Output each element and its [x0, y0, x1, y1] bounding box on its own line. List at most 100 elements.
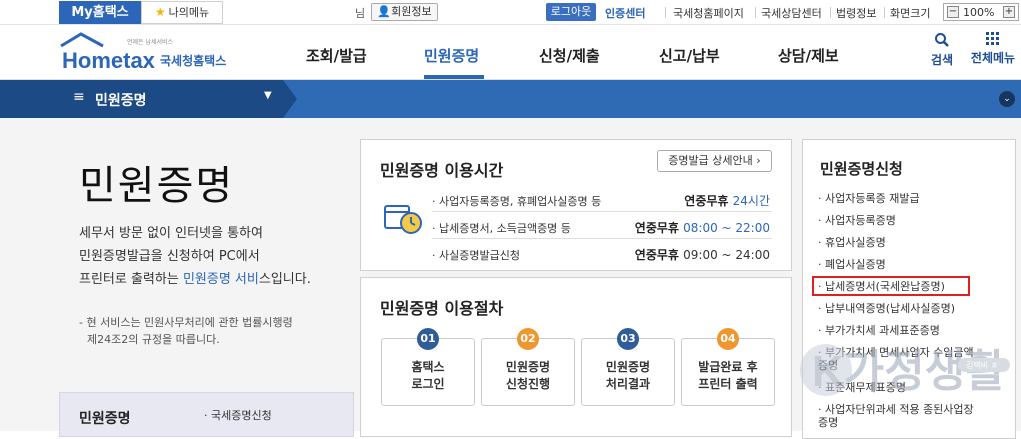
quick-box-title: 민원증명 — [79, 411, 131, 427]
step-line-2: 신청진행 — [505, 377, 551, 391]
hours-row-time: 연중무휴 24시간 — [684, 192, 770, 209]
hours-row-prefix: 연중무휴 — [634, 221, 684, 235]
watermark-badge: 김택비 ㅎ — [966, 360, 998, 370]
chevron-down-icon: ⌄ — [1003, 94, 1011, 104]
member-info-button[interactable]: 👤회원정보 — [371, 3, 438, 21]
logout-button[interactable]: 로그아웃 — [546, 3, 596, 21]
logo-main-text: Hometax — [62, 48, 156, 73]
quick-box: 민원증명 · 국세증명신청 — [59, 392, 354, 437]
screen-size-label: 화면크기 — [890, 7, 931, 20]
clock-calendar-icon — [384, 205, 422, 234]
lnb-menu-selector[interactable]: ≡ 민원증명 ▼ — [0, 80, 283, 118]
notice-line-1: - 현 서비스는 민원사무처리에 관한 법률시행령 — [79, 316, 293, 329]
procedure-title: 민원증명 이용절차 — [380, 299, 504, 318]
hometax-logo[interactable]: 언제든 납세서비스 Hometax 국세청홈택스 — [59, 32, 244, 74]
apply-item-unit-tax[interactable]: · 사업자단위과세 적용 종된사업장 — [818, 401, 974, 417]
step-line-2: 로그인 — [411, 377, 445, 391]
search-button[interactable]: 검색 — [927, 32, 957, 68]
my-hometax-tab[interactable]: My홈택스 — [59, 1, 141, 24]
hours-row-value: 09:00 ~ 24:00 — [683, 248, 770, 262]
top-bar: My홈택스 ★ 나의메뉴 님 👤회원정보 로그아웃 인증센터 국세청홈페이지 국세… — [0, 0, 1021, 25]
divider — [755, 7, 756, 18]
divider — [665, 7, 666, 18]
nav-report-pay[interactable]: 신고/납부 — [659, 45, 720, 66]
hours-row-prefix: 연중무휴 — [684, 194, 733, 208]
step-line-2: 프린터 출력 — [698, 377, 758, 391]
hours-row-label: · 사실증명발급신청 — [432, 249, 520, 262]
apply-item-payment-history[interactable]: · 납부내역증명(납세사실증명) — [818, 300, 955, 316]
nav-consult-report[interactable]: 상담/제보 — [778, 45, 839, 66]
step-number: 03 — [617, 328, 639, 350]
page-title: 민원증명 — [79, 163, 235, 209]
hours-row: · 납세증명서, 소득금액증명 등 연중무휴 08:00 ~ 22:00 — [432, 214, 772, 239]
expand-down-button[interactable]: ⌄ — [999, 91, 1015, 107]
step-line-1: 민원증명 — [605, 360, 651, 374]
lnb-title: 민원증명 — [95, 93, 147, 109]
logo-small-text: 언제든 납세서비스 — [127, 38, 174, 46]
step-number: 04 — [717, 328, 739, 350]
hours-row-value: 24시간 — [732, 194, 770, 208]
hours-row-label: · 사업자등록증명, 휴폐업사실증명 등 — [432, 195, 602, 208]
desc-line-3-pre: 프린터로 출력하는 — [79, 272, 183, 287]
service-link[interactable]: 민원증명 서비 — [183, 272, 259, 287]
zoom-out-button[interactable]: − — [947, 6, 959, 18]
step-line-1: 발급완료 후 — [698, 360, 758, 374]
star-icon: ★ — [154, 5, 166, 19]
hours-row-time: 연중무휴 09:00 ~ 24:00 — [635, 246, 770, 263]
divider — [884, 7, 885, 18]
house-logo-icon: 언제든 납세서비스 Hometax 국세청홈택스 — [60, 32, 226, 73]
all-menu-label: 전체메뉴 — [970, 51, 1016, 65]
step-line-1: 홈택스 — [411, 360, 445, 374]
hours-title: 민원증명 이용시간 — [380, 161, 504, 180]
apply-title: 민원증명신청 — [820, 160, 903, 178]
divider — [830, 7, 831, 18]
caret-down-icon: ▼ — [264, 90, 272, 101]
hamburger-icon: ≡ — [73, 89, 85, 105]
desc-line-3-post: 스입니다. — [258, 272, 311, 287]
apply-item-suspension-cert[interactable]: · 휴업사실증명 — [818, 234, 886, 250]
apply-item-biz-reg-cert[interactable]: · 사업자등록증명 — [818, 212, 896, 228]
step-line-2: 처리결과 — [605, 377, 651, 391]
person-icon: 👤 — [377, 5, 392, 18]
hours-row: · 사실증명발급신청 연중무휴 09:00 ~ 24:00 — [432, 241, 772, 266]
user-suffix: 님 — [355, 7, 366, 20]
desc-line-3: 프린터로 출력하는 민원증명 서비스입니다. — [79, 268, 311, 287]
my-menu-button[interactable]: ★ 나의메뉴 — [141, 1, 223, 24]
detail-guide-button[interactable]: 증명발급 상세안내 › — [657, 150, 772, 172]
law-info-link[interactable]: 법령정보 — [836, 5, 876, 21]
step-line-1: 민원증명 — [505, 360, 551, 374]
apply-item-biz-reg-reissue[interactable]: · 사업자등록증 재발급 — [818, 190, 920, 206]
hours-row: · 사업자등록증명, 휴폐업사실증명 등 연중무휴 24시간 — [432, 187, 772, 212]
header: 언제든 납세서비스 Hometax 국세청홈택스 조회/발급 민원증명 신청/제… — [0, 25, 1021, 80]
cert-center-link[interactable]: 인증센터 — [605, 5, 645, 21]
apply-item-unit-tax-cont[interactable]: 증명 — [818, 414, 838, 430]
highlight-box — [812, 276, 970, 296]
nav-civil-cert[interactable]: 민원증명 — [424, 45, 479, 66]
logo-sub-text: 국세청홈택스 — [160, 53, 226, 68]
hours-row-time: 연중무휴 08:00 ~ 22:00 — [635, 219, 770, 236]
watermark-logo: K가정생활 김택비 ㅎ — [800, 344, 1010, 396]
hours-row-label: · 납세증명서, 소득금액증명 등 — [432, 222, 571, 235]
search-icon — [935, 33, 949, 47]
member-info-label: 회원정보 — [391, 5, 432, 18]
quick-box-item[interactable]: · 국세증명신청 — [204, 407, 272, 423]
hours-row-value: 08:00 ~ 22:00 — [683, 221, 770, 235]
apply-item-closure-cert[interactable]: · 폐업사실증명 — [818, 256, 886, 272]
desc-line-1: 세무서 방문 없이 인터넷을 통하여 — [79, 226, 263, 241]
zoom-value: 100% — [963, 6, 995, 19]
zoom-in-button[interactable]: + — [1003, 6, 1015, 18]
notice-line-2: 제24조2의 규정을 따릅니다. — [87, 333, 220, 346]
desc-line-2: 민원증명발급을 신청하여 PC에서 — [79, 249, 260, 264]
step-number: 01 — [417, 328, 439, 350]
consult-center-link[interactable]: 국세상담센터 — [761, 5, 822, 21]
nav-inquiry[interactable]: 조회/발급 — [306, 45, 367, 66]
search-label: 검색 — [930, 53, 954, 67]
step-number: 02 — [517, 328, 539, 350]
hours-row-prefix: 연중무휴 — [634, 248, 684, 262]
my-menu-label: 나의메뉴 — [168, 6, 210, 19]
nav-apply-submit[interactable]: 신청/제출 — [539, 45, 600, 66]
active-nav-indicator — [424, 75, 484, 79]
zoom-control: − 100% + — [943, 3, 1019, 21]
all-menu-button[interactable]: 전체메뉴 — [967, 32, 1019, 66]
nts-homepage-link[interactable]: 국세청홈페이지 — [673, 5, 744, 21]
